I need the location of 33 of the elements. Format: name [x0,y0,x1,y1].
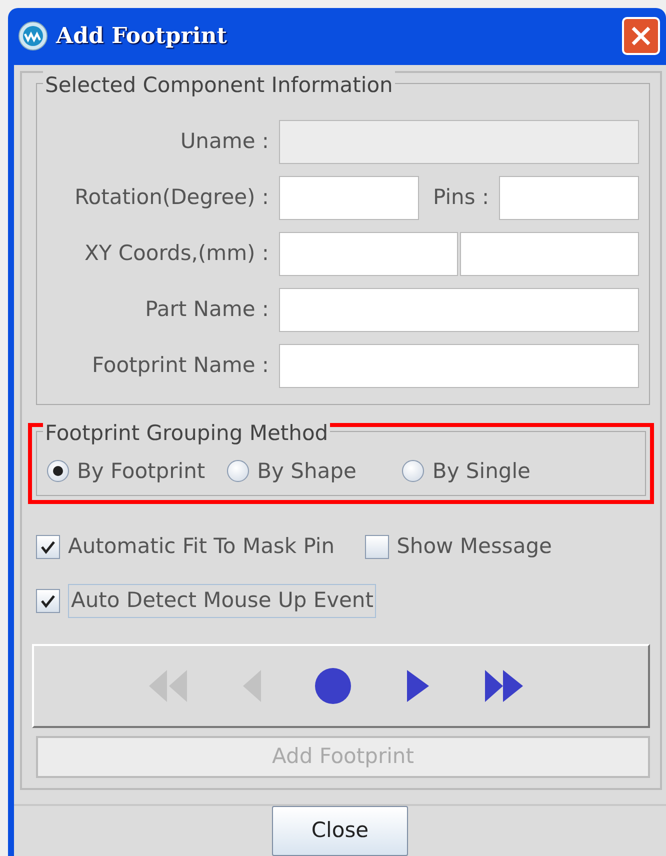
close-button[interactable]: Close [272,806,408,856]
radio-label: By Footprint [77,458,206,484]
input-field[interactable] [279,232,458,276]
input-field[interactable] [460,232,639,276]
radio-button[interactable] [47,460,69,482]
input-field[interactable] [279,288,639,332]
field-label: Part Name : [144,296,269,323]
checkbox-label: Auto Detect Mouse Up Event [68,584,376,618]
input-field[interactable] [499,176,639,220]
checkbox[interactable] [36,535,60,559]
checkbox-label: Automatic Fit To Mask Pin [68,533,335,560]
field-label: Footprint Name : [91,352,269,379]
checkbox[interactable] [364,535,389,559]
field-label: Rotation(Degree) : [74,184,269,211]
window-title: Add Footprint [56,22,227,51]
app-logo-icon [18,21,48,52]
checkmark-icon [40,539,56,555]
radio-button[interactable] [227,460,250,482]
circle-icon[interactable] [315,668,353,704]
radio-label: By Shape [257,458,356,484]
field-label: Uname : [179,128,269,155]
checkbox-label: Show Message [396,533,552,560]
checkmark-icon [40,593,56,609]
checkbox[interactable] [36,589,60,613]
close-icon[interactable] [622,17,660,56]
radio-label: By Single [432,458,530,484]
field-label: XY Coords,(mm) : [83,240,269,267]
input-field[interactable] [279,344,639,388]
right-triangle-icon[interactable] [405,668,431,704]
input-field[interactable] [279,176,419,220]
field-label: Pins : [433,184,490,211]
radio-button[interactable] [402,460,424,482]
double-right-triangle-icon[interactable] [483,668,525,704]
